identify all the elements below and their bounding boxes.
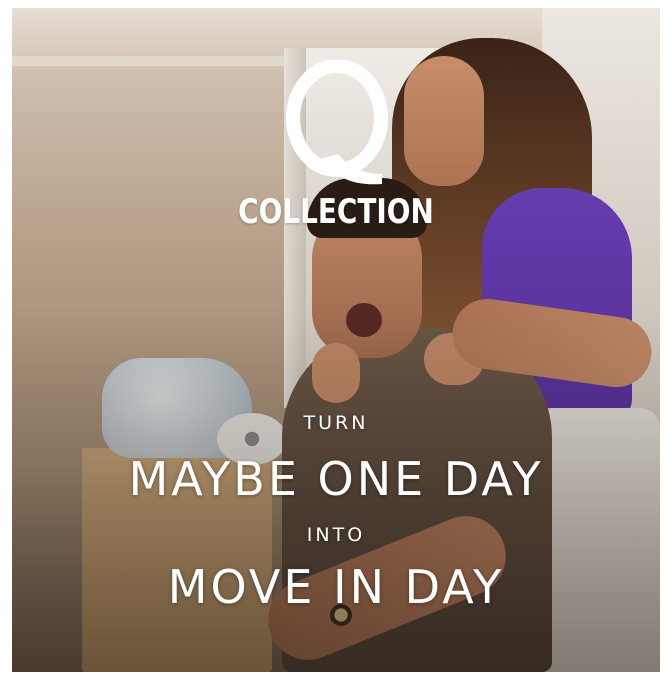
logo-wordmark: COLLECTION <box>238 192 434 232</box>
headline-maybe-one-day: MAYBE ONE DAY <box>128 452 544 506</box>
q-logo-icon <box>286 60 388 185</box>
ad-banner[interactable]: COLLECTION TURN MAYBE ONE DAY INTO MOVE … <box>12 8 660 672</box>
headline-turn: TURN <box>303 412 369 434</box>
headline-move-in-day: MOVE IN DAY <box>167 560 505 614</box>
headline-into: INTO <box>306 524 366 546</box>
q-collection-logo: COLLECTION <box>12 60 660 240</box>
